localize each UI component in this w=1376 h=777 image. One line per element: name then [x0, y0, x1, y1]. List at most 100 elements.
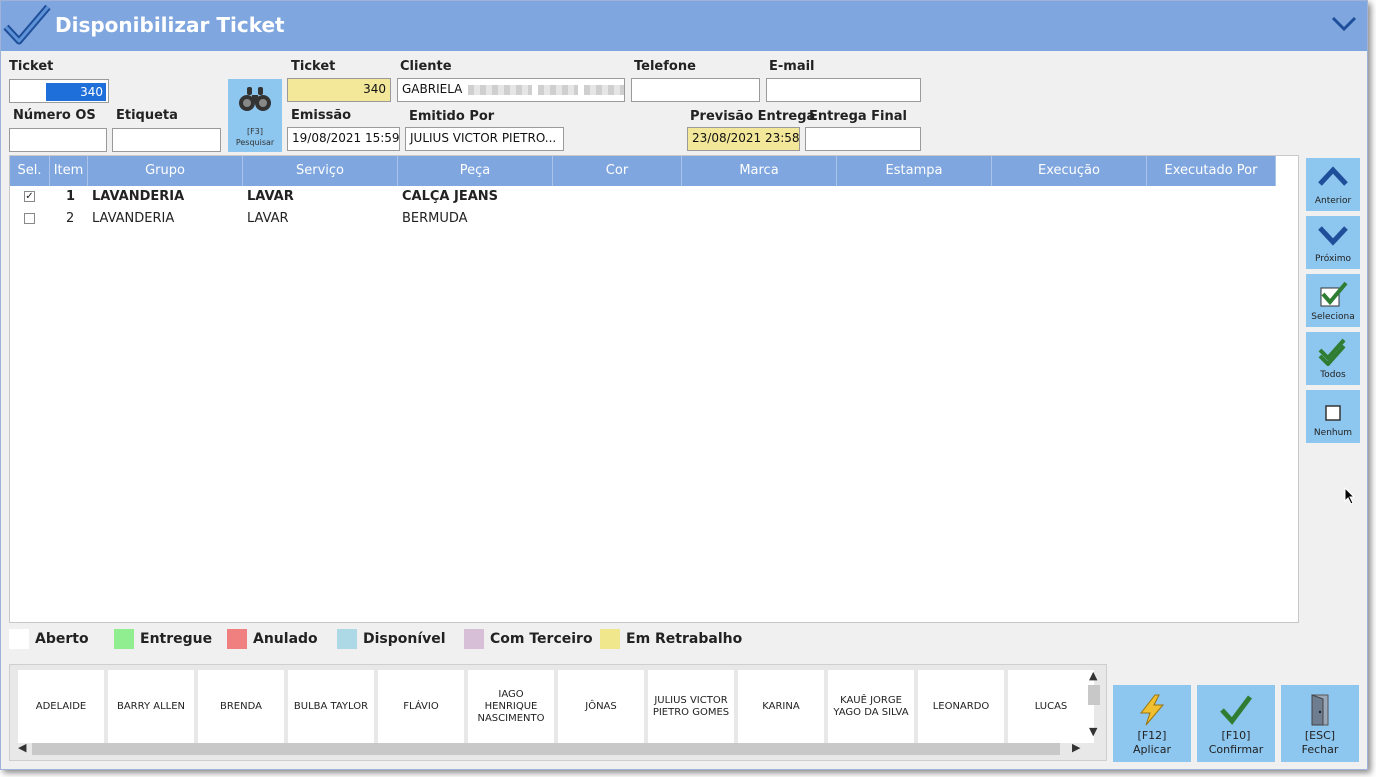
- search-ticket-input[interactable]: 340: [9, 79, 109, 103]
- row-servico: LAVAR: [247, 211, 289, 226]
- select-all-label: Todos: [1320, 370, 1346, 380]
- technician-button[interactable]: JULIUS VICTOR PIETRO GOMES: [648, 670, 734, 743]
- blurred-text: [468, 84, 533, 95]
- row-peca: BERMUDA: [402, 211, 468, 226]
- col-servico[interactable]: Serviço: [243, 156, 398, 186]
- row-servico: LAVAR: [247, 189, 294, 204]
- checkmark-icon: [3, 4, 51, 45]
- scroll-up-icon[interactable]: ▲: [1089, 669, 1097, 682]
- legend-swatch: [600, 629, 620, 649]
- client-name: GABRIELA: [402, 82, 463, 96]
- technician-button[interactable]: LEONARDO: [918, 670, 1004, 743]
- legend-swatch: [337, 629, 357, 649]
- chevron-up-icon: [1318, 166, 1348, 186]
- technician-button[interactable]: IAGO HENRIQUE NASCIMENTO: [468, 670, 554, 743]
- previous-label: Anterior: [1314, 196, 1352, 206]
- confirm-label: [F10] Confirmar: [1197, 729, 1275, 757]
- technician-button[interactable]: BARRY ALLEN: [108, 670, 194, 743]
- issued-by-field: JULIUS VICTOR PIETRO...: [405, 127, 564, 151]
- table-row[interactable]: 2 LAVANDERIA LAVAR BERMUDA: [10, 208, 1276, 230]
- chevron-down-icon: [1318, 226, 1348, 246]
- issued-by-label: Emitido Por: [409, 109, 495, 124]
- technician-button[interactable]: ADELAIDE: [18, 670, 104, 743]
- previous-button[interactable]: Anterior: [1306, 158, 1360, 211]
- row-item: 2: [66, 211, 75, 226]
- legend-label: Aberto: [35, 631, 89, 647]
- col-item[interactable]: Item: [50, 156, 88, 186]
- search-button[interactable]: [F3] Pesquisar: [228, 79, 282, 152]
- select-all-button[interactable]: Todos: [1306, 332, 1360, 385]
- legend-label: Com Terceiro: [490, 631, 593, 647]
- blurred-text: [538, 84, 579, 95]
- technician-button[interactable]: KARINA: [738, 670, 824, 743]
- legend-swatch: [114, 629, 134, 649]
- grid-header: Sel. Item Grupo Serviço Peça Cor Marca E…: [10, 156, 1276, 186]
- select-button[interactable]: Seleciona: [1306, 274, 1360, 327]
- legend-entregue: Entregue: [114, 629, 212, 649]
- row-checkbox[interactable]: [24, 213, 35, 224]
- email-label: E-mail: [769, 59, 815, 74]
- emission-label: Emissão: [291, 108, 352, 123]
- final-delivery-label: Entrega Final: [809, 109, 908, 124]
- checkmark-icon: [1220, 695, 1252, 725]
- col-sel[interactable]: Sel.: [10, 156, 50, 186]
- legend-aberto: Aberto: [9, 629, 89, 649]
- os-number-label: Número OS: [13, 108, 96, 123]
- technician-button[interactable]: JÔNAS: [558, 670, 644, 743]
- technician-button[interactable]: KAUÊ JORGE YAGO DA SILVA: [828, 670, 914, 743]
- col-peca[interactable]: Peça: [398, 156, 553, 186]
- apply-label: [F12] Aplicar: [1113, 729, 1191, 757]
- scroll-down-icon[interactable]: ▼: [1089, 725, 1097, 738]
- ticket-label: Ticket: [291, 59, 336, 74]
- technician-button[interactable]: LUCAS: [1008, 670, 1094, 743]
- col-cor[interactable]: Cor: [553, 156, 682, 186]
- col-marca[interactable]: Marca: [682, 156, 837, 186]
- select-none-button[interactable]: Nenhum: [1306, 390, 1360, 443]
- table-row[interactable]: ✓ 1 LAVANDERIA LAVAR CALÇA JEANS: [10, 186, 1276, 208]
- confirm-button[interactable]: [F10] Confirmar: [1197, 685, 1275, 762]
- ticket-field: 340: [287, 78, 391, 102]
- search-ticket-value: 340: [46, 83, 106, 101]
- apply-key: [F12]: [1137, 729, 1167, 742]
- col-grupo[interactable]: Grupo: [88, 156, 243, 186]
- technician-button[interactable]: FLÁVIO: [378, 670, 464, 743]
- client-label: Cliente: [400, 59, 452, 74]
- disponibilizar-ticket-window: Disponibilizar Ticket Ticket 340 Número …: [0, 0, 1368, 770]
- double-check-icon: [1318, 338, 1346, 366]
- search-ticket-label: Ticket: [9, 59, 54, 74]
- row-peca: CALÇA JEANS: [402, 189, 499, 204]
- horizontal-scrollbar-thumb[interactable]: [32, 743, 1060, 755]
- door-icon: [1311, 694, 1329, 726]
- close-button[interactable]: [ESC] Fechar: [1281, 685, 1359, 762]
- technician-button[interactable]: BULBA TAYLOR: [288, 670, 374, 743]
- next-button[interactable]: Próximo: [1306, 216, 1360, 269]
- col-executado-por[interactable]: Executado Por: [1147, 156, 1276, 186]
- legend-label: Disponível: [363, 631, 446, 647]
- checkbox-empty-icon: [1325, 405, 1341, 421]
- legend-com-terceiro: Com Terceiro: [464, 629, 593, 649]
- apply-button[interactable]: [F12] Aplicar: [1113, 685, 1191, 762]
- confirm-key: [F10]: [1221, 729, 1251, 742]
- client-field: GABRIELA: [397, 78, 625, 102]
- tag-input[interactable]: [112, 128, 221, 152]
- os-number-input[interactable]: [9, 128, 107, 152]
- row-checkbox[interactable]: ✓: [24, 191, 35, 202]
- col-execucao[interactable]: Execução: [992, 156, 1147, 186]
- scroll-left-icon[interactable]: ◀: [18, 741, 26, 754]
- scroll-right-icon[interactable]: ▶: [1072, 741, 1080, 754]
- legend-swatch: [9, 629, 29, 649]
- technician-panel: ADELAIDE BARRY ALLEN BRENDA BULBA TAYLOR…: [9, 664, 1107, 761]
- select-label: Seleciona: [1311, 312, 1355, 322]
- chevron-down-icon[interactable]: [1331, 15, 1357, 33]
- close-label: [ESC] Fechar: [1281, 729, 1359, 757]
- col-estampa[interactable]: Estampa: [837, 156, 992, 186]
- email-field: [766, 78, 921, 102]
- technician-button[interactable]: BRENDA: [198, 670, 284, 743]
- vertical-scrollbar-thumb[interactable]: [1088, 685, 1100, 705]
- legend-swatch: [227, 629, 247, 649]
- phone-field: [631, 78, 760, 102]
- title-bar: Disponibilizar Ticket: [1, 1, 1367, 51]
- items-grid: Sel. Item Grupo Serviço Peça Cor Marca E…: [9, 155, 1299, 623]
- legend-label: Entregue: [140, 631, 213, 647]
- select-none-label: Nenhum: [1313, 428, 1353, 438]
